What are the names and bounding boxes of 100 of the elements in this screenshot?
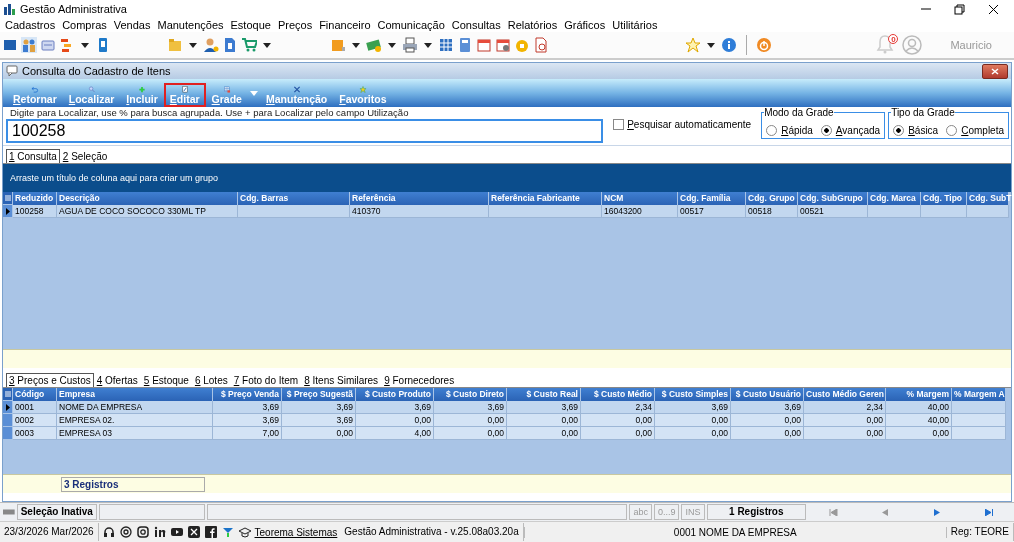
radio-button[interactable]: Básica [893,125,939,136]
menu-item[interactable]: Estoque [228,19,276,31]
next-icon[interactable] [932,508,942,516]
column-header[interactable]: % Margem [886,388,952,401]
tab[interactable]: 8 Itens Similares [301,373,382,387]
caret-icon[interactable] [707,42,715,48]
previous-icon[interactable] [880,508,890,516]
video-play-icon[interactable] [170,526,183,538]
caret-icon[interactable] [189,42,197,48]
radio-button[interactable]: Completa [946,125,1004,136]
column-header[interactable]: Custo Médio Geren [804,388,886,401]
toolbar-button[interactable]: Grade [205,83,248,107]
menu-item[interactable]: Preços [275,19,318,31]
calculator-icon[interactable] [457,37,473,53]
linkedin-icon[interactable] [153,526,166,538]
caret-icon[interactable] [424,42,432,48]
menu-item[interactable]: Financeiro [317,19,376,31]
toolbar-button[interactable]: Manutenção [259,83,334,107]
menu-item[interactable]: Comunicação [375,19,450,31]
column-header[interactable]: Referência [350,192,489,205]
restore-button[interactable] [953,3,965,15]
menu-item[interactable]: Relatórios [505,19,563,31]
table-icon[interactable] [438,37,454,53]
last-page-icon[interactable] [984,508,994,516]
column-header[interactable]: $ Custo Usuário [731,388,804,401]
toolbar-button[interactable]: Editar [163,83,206,107]
toolbar-button[interactable]: Favoritos [333,83,393,107]
column-header[interactable]: Reduzido [13,192,57,205]
document-icon[interactable] [533,37,549,53]
radio-button[interactable]: Avançada [820,125,881,136]
search-field[interactable]: 100258 [6,119,604,143]
column-header[interactable]: $ Custo Real [507,388,581,401]
column-header[interactable]: Cdg. Tipo [921,192,967,205]
column-header[interactable]: $ Preço Venda [213,388,282,401]
column-header[interactable]: Descrição [57,192,238,205]
graduation-cap-icon[interactable] [238,526,251,538]
caret-icon[interactable] [81,42,89,48]
close-button[interactable] [982,63,1008,79]
column-header[interactable]: % Margem A [952,388,1006,401]
person-icon[interactable] [203,37,219,53]
people-icon[interactable] [21,37,37,53]
menu-item[interactable]: Utilitários [610,19,663,31]
toolbar-button[interactable]: Localizar [62,83,121,107]
printer-icon[interactable] [402,37,418,53]
menu-item[interactable]: Gráficos [562,19,611,31]
column-header[interactable]: $ Custo Simples [655,388,731,401]
camera-icon[interactable] [136,526,149,538]
cart-icon[interactable] [241,37,257,53]
document-icon[interactable] [222,37,238,53]
toolbar-button[interactable]: Retornar [7,83,63,107]
column-header[interactable]: Empresa [57,388,213,401]
money-icon[interactable] [366,37,382,53]
column-header[interactable]: Cdg. Marca [868,192,921,205]
column-header[interactable]: Cdg. SubGrupo [798,192,868,205]
calendar-icon[interactable] [495,37,511,53]
column-header[interactable]: $ Preço Sugestã [282,388,356,401]
power-icon[interactable] [756,37,772,53]
column-header[interactable]: Cdg. Barras [238,192,350,205]
menu-item[interactable]: Consultas [449,19,506,31]
tab[interactable]: 9 Fornecedores [381,373,458,387]
column-header[interactable]: Código [13,388,57,401]
tab[interactable]: 2 Seleção [59,149,111,163]
bell-icon[interactable] [876,34,895,54]
caret-icon[interactable] [263,42,271,48]
caret-icon[interactable] [352,42,360,48]
column-header[interactable]: Cdg. Grupo [746,192,798,205]
calendar-icon[interactable] [476,37,492,53]
caret-icon[interactable] [388,42,396,48]
checkbox[interactable]: Pesquisar automaticamente [613,119,752,130]
column-menu-icon[interactable] [4,195,11,201]
menu-item[interactable]: Cadastros [3,19,61,31]
x-logo-icon[interactable] [187,526,200,538]
tab[interactable]: 1 Consulta [6,149,60,163]
tab[interactable]: 5 Estoque [140,373,192,387]
column-header[interactable]: Cdg. Família [678,192,746,205]
column-header[interactable]: NCM [602,192,678,205]
link[interactable]: Teorema Sistemas [254,526,338,538]
toolbar-button[interactable]: Incluir [120,83,164,107]
facebook-icon[interactable] [204,526,217,538]
headset-icon[interactable] [102,526,115,538]
tab[interactable]: 7 Foto do Item [230,373,302,387]
radio-button[interactable]: Rápida [766,125,813,136]
tab[interactable]: 4 Ofertas [93,373,141,387]
menu-item[interactable]: Vendas [111,19,156,31]
column-header[interactable]: $ Custo Direto [434,388,507,401]
close-button[interactable] [987,3,999,15]
first-page-icon[interactable] [828,508,838,516]
table-cell [952,401,1006,414]
star-icon[interactable] [685,37,701,53]
menu-item[interactable]: Compras [60,19,112,31]
tab[interactable]: 6 Lotes [191,373,231,387]
info-icon[interactable] [721,37,737,53]
box-icon[interactable] [330,37,346,53]
menu-item[interactable]: Manutenções [155,19,229,31]
column-header[interactable]: $ Custo Produto [356,388,434,401]
column-header[interactable]: $ Custo Médio [581,388,655,401]
column-menu-icon[interactable] [4,391,11,397]
table-cell [952,414,1006,427]
tab[interactable]: 3 Preços e Custos [6,373,94,387]
column-header[interactable]: Referência Fabricante [489,192,602,205]
